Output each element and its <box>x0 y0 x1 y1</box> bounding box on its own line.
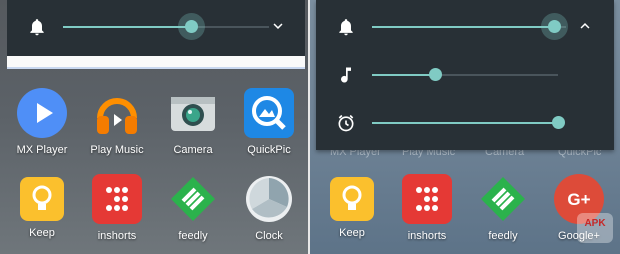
app-label: Play Music <box>90 144 144 156</box>
slider-fill <box>63 26 191 28</box>
feedly-icon <box>478 174 528 224</box>
slider-fill <box>372 122 558 124</box>
ring-volume-slider[interactable] <box>372 20 566 33</box>
app-inshorts[interactable]: inshorts <box>387 174 467 242</box>
app-label: QuickPic <box>247 144 291 156</box>
inshorts-icon <box>402 174 452 224</box>
app-label: Keep <box>29 227 55 239</box>
bell-icon[interactable] <box>336 17 356 37</box>
alarm-icon[interactable] <box>336 113 356 133</box>
app-label: Keep <box>339 227 365 239</box>
clock-icon <box>244 174 294 224</box>
quickpic-icon <box>244 88 294 138</box>
lightbulb-icon <box>20 177 64 221</box>
ring-volume-row <box>316 7 614 47</box>
app-keep[interactable]: Keep <box>2 174 82 239</box>
app-feedly[interactable]: feedly <box>463 174 543 242</box>
svg-text:G+: G+ <box>567 190 590 209</box>
apk-watermark-icon: APK <box>577 213 613 243</box>
app-label: Camera <box>173 144 213 156</box>
ring-volume-slider[interactable] <box>63 20 269 33</box>
app-clock[interactable]: Clock <box>229 174 309 242</box>
media-volume-row <box>316 55 614 95</box>
app-inshorts[interactable]: inshorts <box>77 174 157 242</box>
app-label: inshorts <box>407 230 447 242</box>
music-note-icon[interactable] <box>336 65 356 85</box>
chevron-down-icon[interactable] <box>269 17 287 35</box>
slider-thumb[interactable] <box>184 20 198 33</box>
slider-fill <box>372 74 436 76</box>
app-label: inshorts <box>97 230 137 242</box>
app-play-music[interactable]: Play Music <box>77 88 157 156</box>
camera-icon <box>168 88 218 138</box>
headphones-icon <box>92 88 142 138</box>
app-feedly[interactable]: feedly <box>153 174 233 242</box>
volume-panel-collapsed <box>7 0 305 68</box>
alarm-volume-slider[interactable] <box>372 116 565 129</box>
slider-thumb[interactable] <box>548 20 562 33</box>
lightbulb-icon <box>330 177 374 221</box>
ring-volume-row <box>7 7 305 47</box>
app-quickpic[interactable]: QuickPic <box>229 88 309 156</box>
inshorts-icon <box>92 174 142 224</box>
app-label: feedly <box>488 230 518 242</box>
app-mx-player[interactable]: MX Player <box>2 88 82 156</box>
slider-thumb[interactable] <box>552 116 565 129</box>
feedly-icon <box>168 174 218 224</box>
home-screen-left: MX Player Play Music Camera QuickPic Kee… <box>0 0 310 254</box>
app-label: Clock <box>255 230 283 242</box>
sheet-edge <box>7 67 305 69</box>
chevron-up-icon[interactable] <box>576 17 594 35</box>
play-icon <box>17 88 67 138</box>
volume-panel-expanded <box>316 0 614 150</box>
media-volume-slider[interactable] <box>372 68 558 81</box>
alarm-volume-row <box>316 103 614 143</box>
app-camera[interactable]: Camera <box>153 88 233 156</box>
watermark-text: APK <box>584 218 606 229</box>
app-keep[interactable]: Keep <box>312 174 392 239</box>
slider-thumb[interactable] <box>429 68 443 81</box>
slider-fill <box>372 26 555 28</box>
app-label: MX Player <box>16 144 68 156</box>
app-label: feedly <box>178 230 208 242</box>
home-screen-right: MX Player Play Music Camera QuickPic Kee… <box>310 0 620 254</box>
bell-icon[interactable] <box>27 17 47 37</box>
